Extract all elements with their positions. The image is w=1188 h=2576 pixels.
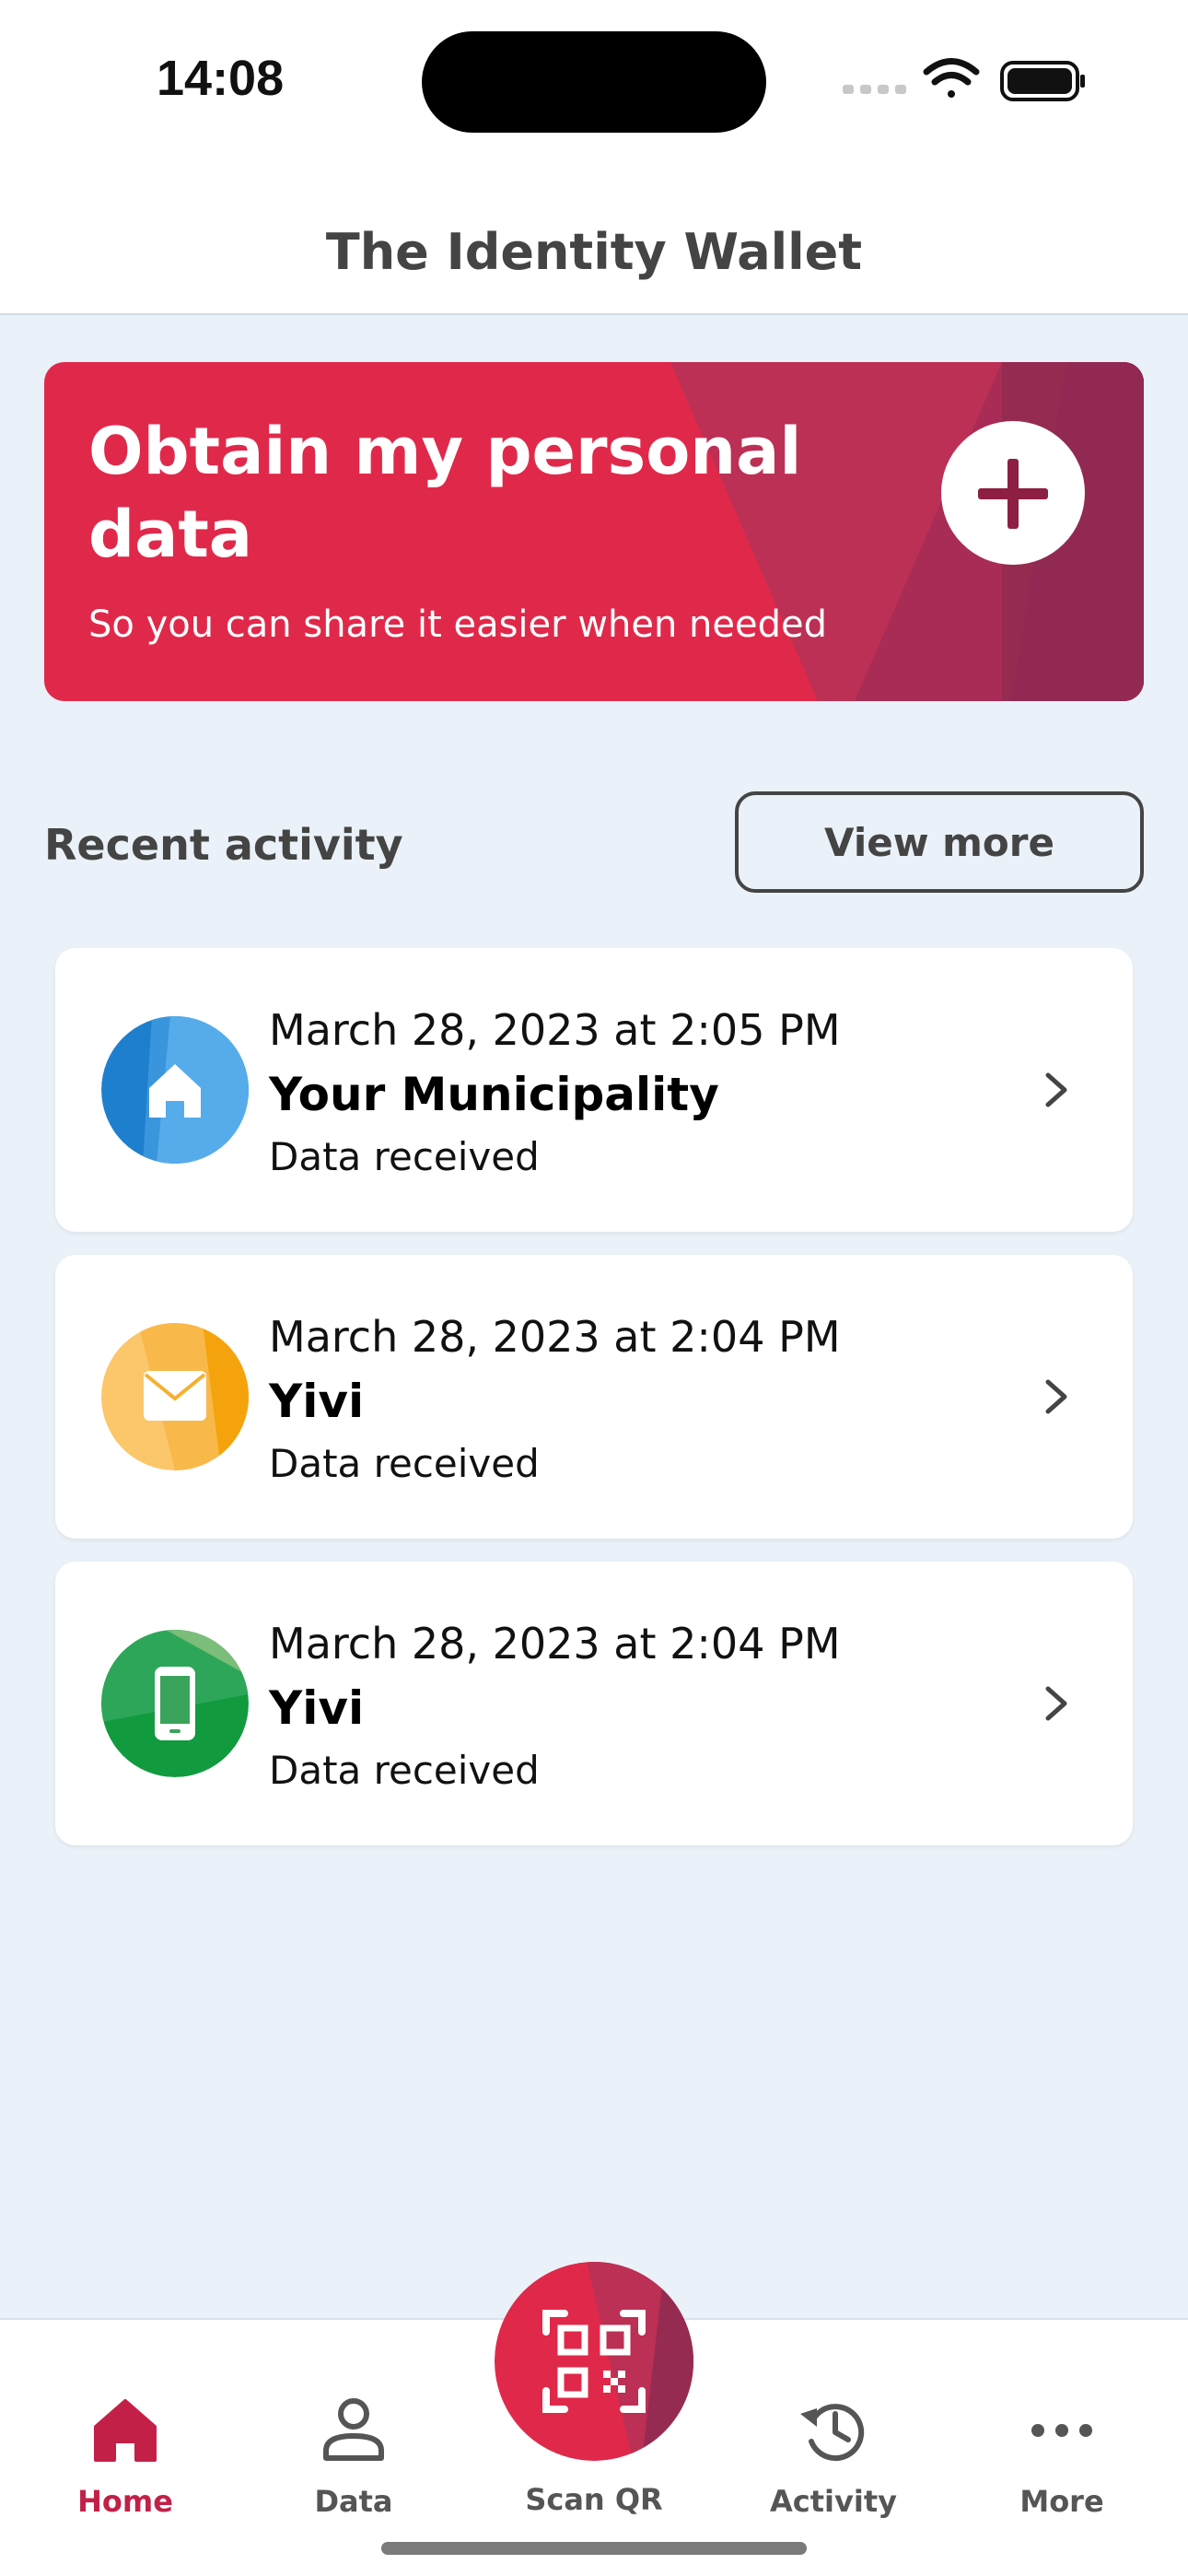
activity-source: Yivi [269,1681,365,1735]
cellular-signal-icon [843,85,906,94]
obtain-data-banner[interactable]: Obtain my personal data So you can share… [44,362,1144,701]
scan-qr-button[interactable] [495,2262,693,2461]
battery-icon [1000,61,1085,101]
user-icon [323,2398,384,2461]
banner-title: Obtain my personal data [88,414,802,572]
house-icon [101,1016,249,1164]
activity-date: March 28, 2023 at 2:04 PM [269,1619,841,1669]
activity-item[interactable]: March 28, 2023 at 2:04 PM Yivi Data rece… [55,1255,1133,1539]
tab-data[interactable]: Data [252,2320,455,2550]
scan-qr-label: Scan QR [525,2482,663,2517]
activity-source: Yivi [269,1375,365,1428]
activity-item[interactable]: March 28, 2023 at 2:04 PM Yivi Data rece… [55,1562,1133,1845]
tab-home[interactable]: Home [24,2320,227,2550]
home-indicator [381,2542,807,2555]
activity-source: Your Municipality [269,1068,719,1121]
tab-more[interactable]: More [961,2320,1163,2550]
phone-icon [101,1630,249,1777]
plus-icon[interactable] [941,421,1085,565]
status-icons [843,58,1085,101]
envelope-icon [101,1323,249,1470]
tab-label: Activity [770,2484,897,2519]
page-title: The Identity Wallet [325,223,863,281]
activity-date: March 28, 2023 at 2:05 PM [269,1005,841,1055]
status-bar: 14:08 [0,0,1188,157]
banner-subtitle: So you can share it easier when needed [88,603,828,646]
chevron-right-icon [1045,1379,1067,1414]
activity-status: Data received [269,1748,540,1793]
more-icon [1031,2424,1092,2437]
activity-status: Data received [269,1134,540,1179]
navigation-bar: The Identity Wallet [0,157,1188,315]
tab-label: Home [77,2484,173,2519]
chevron-right-icon [1045,1686,1067,1721]
activity-date: March 28, 2023 at 2:04 PM [269,1312,841,1362]
dynamic-island [422,31,766,133]
wifi-icon [923,58,980,98]
tab-label: More [1019,2484,1104,2519]
recent-activity-title: Recent activity [44,820,403,870]
history-icon [800,2404,865,2462]
status-time: 14:08 [157,51,285,106]
tab-activity[interactable]: Activity [732,2320,935,2550]
activity-item[interactable]: March 28, 2023 at 2:05 PM Your Municipal… [55,948,1133,1232]
view-more-button[interactable]: View more [735,791,1144,893]
home-icon [94,2399,157,2462]
tab-label: Data [314,2484,393,2519]
chevron-right-icon [1045,1072,1067,1107]
activity-status: Data received [269,1441,540,1486]
